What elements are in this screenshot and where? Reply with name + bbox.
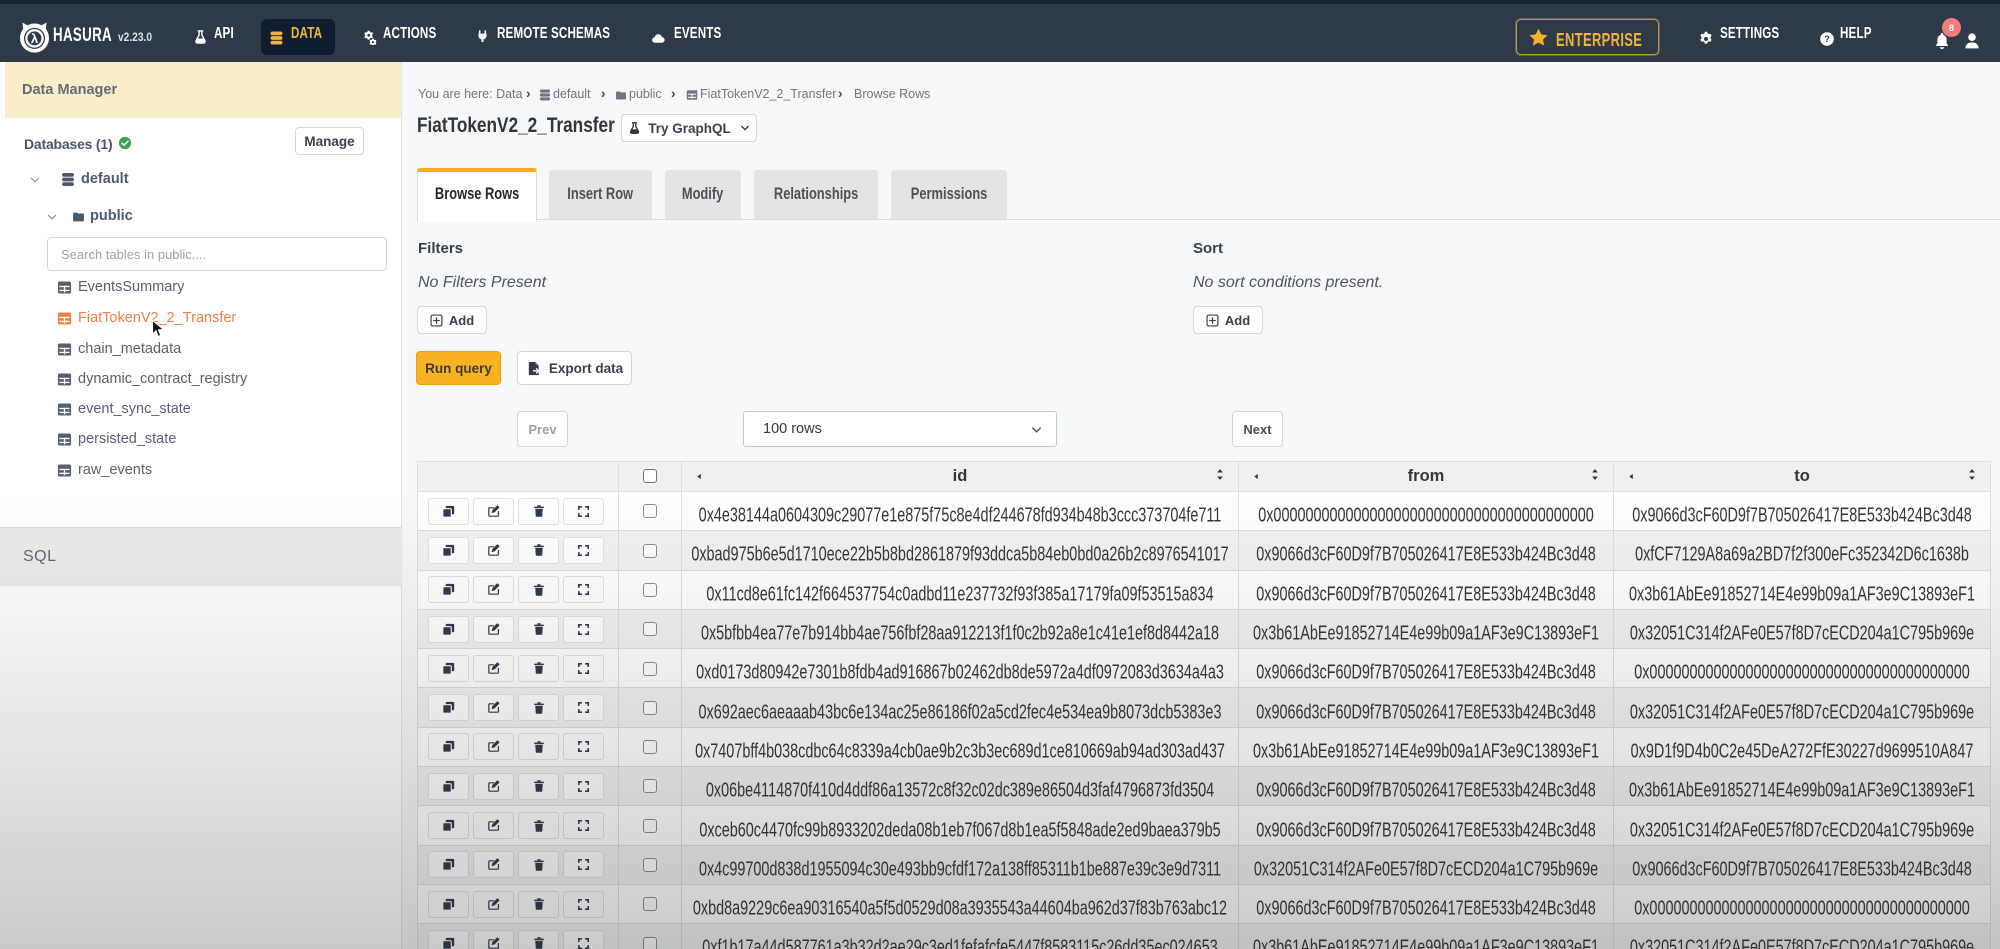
- svg-text:?: ?: [1824, 34, 1830, 45]
- svg-text:λ: λ: [31, 31, 39, 46]
